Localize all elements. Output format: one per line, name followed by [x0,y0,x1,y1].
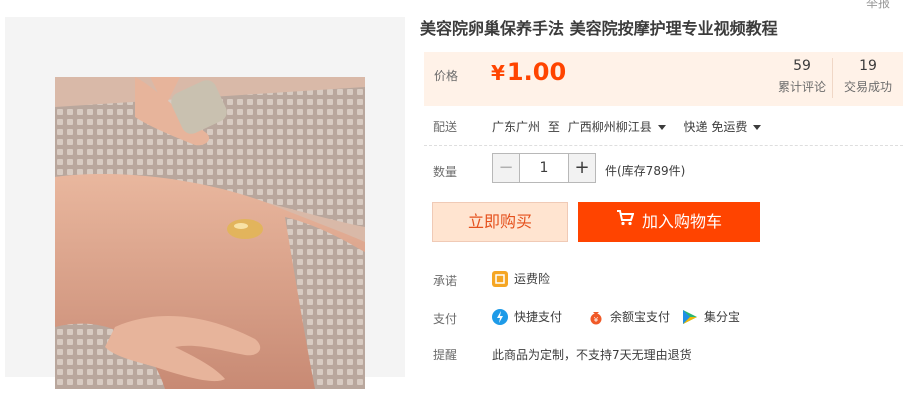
promise-item: 运费险 [514,272,551,286]
stock-text: 件(库存789件) [605,164,686,178]
pay-jifenbao-label: 集分宝 [704,310,741,324]
ship-method-selector[interactable]: 快递 免运费 [684,118,776,135]
review-count: 59 [793,58,811,74]
pay-yuebao-label: 余额宝支付 [610,310,671,324]
freight-insurance-icon [492,270,508,287]
increase-button[interactable]: + [568,153,596,183]
add-cart-label: 加入购物车 [641,212,722,231]
quantity-input[interactable]: 1 [520,153,568,183]
divider [424,145,903,146]
trade-count: 19 [859,58,877,74]
buy-now-button[interactable]: 立即购买 [432,202,568,242]
price-label: 价格 [434,69,459,83]
pay-yuebao[interactable]: ¥ 余额宝支付 [588,308,670,325]
report-link[interactable]: 举报 [866,0,890,11]
product-title: 美容院卵巢保养手法 美容院按摩护理专业视频教程 [420,19,778,38]
massage-photo-illustration [55,77,365,389]
points-icon [682,309,698,325]
lightning-icon [492,308,508,325]
ship-to-word: 至 [547,120,560,134]
decrease-button[interactable]: − [492,153,520,183]
ship-from: 广东广州 [492,120,541,134]
chevron-down-icon [753,125,762,130]
stat-divider [832,58,833,98]
ship-method: 快递 免运费 [683,120,748,134]
review-label: 累计评论 [777,80,826,94]
trade-label: 交易成功 [843,80,892,94]
product-image-panel [5,17,405,389]
shipping-info: 广东广州 至 广西柳州柳江县 快递 免运费 [492,118,775,135]
pay-jifenbao[interactable]: 集分宝 [682,308,740,325]
money-bag-icon: ¥ [588,309,604,325]
payment-label: 支付 [433,312,458,326]
freight-insurance[interactable]: 运费险 [492,270,550,287]
trade-stat: 19 交易成功 [836,58,900,95]
svg-text:¥: ¥ [594,316,599,324]
add-to-cart-button[interactable]: 加入购物车 [578,202,760,242]
price-number: 1.00 [506,58,567,86]
currency-symbol: ¥ [491,61,505,85]
quantity-stepper: − 1 + [492,153,596,183]
shipping-label: 配送 [433,120,458,134]
product-photo[interactable] [55,77,365,389]
ship-to-selector[interactable]: 广西柳州柳江县 [568,118,680,135]
pay-quick[interactable]: 快捷支付 [492,308,562,325]
pay-quick-label: 快捷支付 [514,310,563,324]
cart-icon [616,201,635,241]
ship-to: 广西柳州柳江县 [567,120,652,134]
price-value: ¥1.00 [491,58,566,86]
reminder-text: 此商品为定制，不支持7天无理由退货 [492,348,692,362]
quantity-label: 数量 [433,165,458,179]
review-stat[interactable]: 59 累计评论 [770,58,834,95]
promise-label: 承诺 [433,274,458,288]
chevron-down-icon [657,125,666,130]
reminder-label: 提醒 [433,348,458,362]
